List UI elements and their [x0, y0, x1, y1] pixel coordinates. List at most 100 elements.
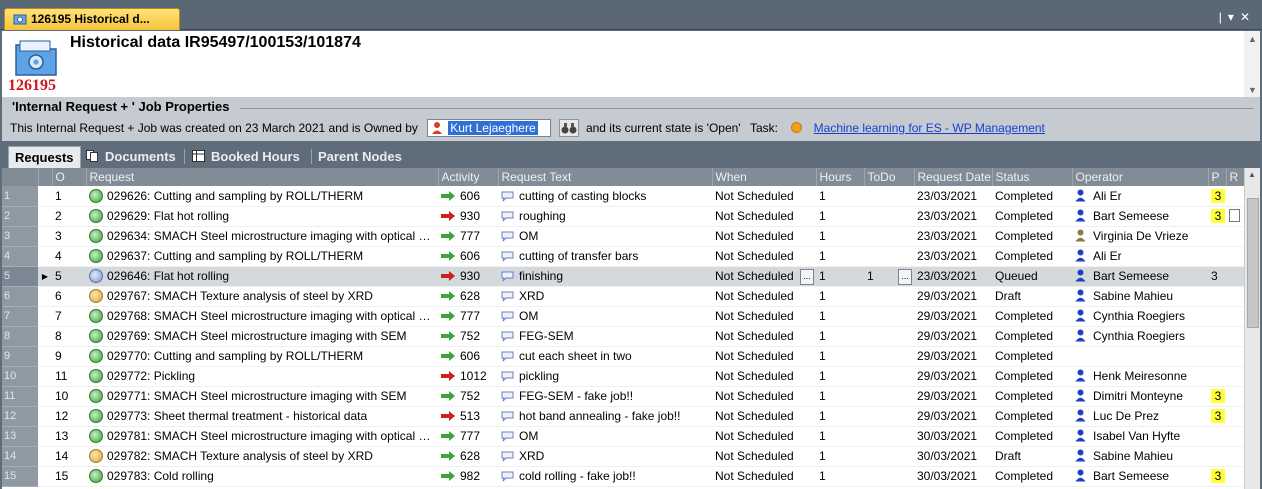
hours-text: 1	[819, 249, 826, 263]
row-number[interactable]: 9	[2, 346, 38, 367]
request-cell[interactable]: 029767: SMACH Texture analysis of steel …	[86, 286, 438, 307]
table-row[interactable]: 11 10 029771: SMACH Steel microstructure…	[2, 386, 1244, 407]
status-cell: Queued	[992, 266, 1072, 287]
tab-parent-nodes[interactable]: Parent Nodes	[312, 146, 408, 168]
row-number[interactable]: 8	[2, 326, 38, 347]
user-icon	[1075, 309, 1086, 322]
column-header-p[interactable]: P	[1208, 168, 1227, 186]
request-cell[interactable]: 029769: SMACH Steel microstructure imagi…	[86, 326, 438, 347]
activity-cell: 628	[438, 286, 498, 307]
row-number[interactable]: 13	[2, 426, 38, 447]
request-cell[interactable]: 029626: Cutting and sampling by ROLL/THE…	[86, 186, 438, 207]
column-header-request-date[interactable]: Request Date	[914, 168, 993, 186]
task-link[interactable]: Machine learning for ES - WP Management	[814, 118, 1045, 138]
table-row[interactable]: 5 ▶ 5 029646: Flat hot rolling 930 finis…	[2, 266, 1244, 287]
document-icon[interactable]	[1229, 209, 1240, 222]
request-cell[interactable]: 029634: SMACH Steel microstructure imagi…	[86, 226, 438, 247]
p-cell: 3	[1208, 406, 1226, 427]
tab-list-dropdown-icon[interactable]: |▾	[1219, 10, 1240, 24]
table-row[interactable]: 14 14 029782: SMACH Texture analysis of …	[2, 446, 1244, 467]
ellipsis-button[interactable]: ...	[898, 268, 912, 285]
scroll-thumb[interactable]	[1247, 198, 1259, 328]
column-header-o[interactable]: O	[52, 168, 87, 186]
row-number[interactable]: 11	[2, 386, 38, 407]
request-cell[interactable]: 029768: SMACH Steel microstructure imagi…	[86, 306, 438, 327]
scroll-up-icon[interactable]: ▲	[1248, 170, 1256, 179]
request-cell[interactable]: 029771: SMACH Steel microstructure imagi…	[86, 386, 438, 407]
table-row[interactable]: 13 13 029781: SMACH Steel microstructure…	[2, 426, 1244, 447]
ellipsis-button[interactable]: ...	[800, 268, 814, 285]
status-cell: Completed	[992, 226, 1072, 247]
scroll-up-icon[interactable]: ▲	[1248, 34, 1257, 44]
table-row[interactable]: 12 12 029773: Sheet thermal treatment - …	[2, 406, 1244, 427]
scroll-down-icon[interactable]: ▼	[1248, 85, 1257, 95]
operator-name: Luc De Prez	[1093, 409, 1160, 423]
row-number[interactable]: 10	[2, 366, 38, 387]
table-row[interactable]: 8 8 029769: SMACH Steel microstructure i…	[2, 326, 1244, 347]
column-header-request[interactable]: Request	[86, 168, 439, 186]
request-cell[interactable]: 029782: SMACH Texture analysis of steel …	[86, 446, 438, 467]
close-icon[interactable]: ✕	[1240, 10, 1256, 24]
activity-arrow-icon	[441, 391, 455, 401]
request-text-cell: XRD	[498, 446, 712, 467]
request-cell[interactable]: 029781: SMACH Steel microstructure imagi…	[86, 426, 438, 447]
table-row[interactable]: 2 2 029629: Flat hot rolling 930 roughin…	[2, 206, 1244, 227]
table-row[interactable]: 9 9 029770: Cutting and sampling by ROLL…	[2, 346, 1244, 367]
row-number[interactable]: 15	[2, 466, 38, 487]
table-row[interactable]: 4 4 029637: Cutting and sampling by ROLL…	[2, 246, 1244, 267]
column-header-todo[interactable]: ToDo	[864, 168, 915, 186]
table-row[interactable]: 3 3 029634: SMACH Steel microstructure i…	[2, 226, 1244, 247]
table-row[interactable]: 15 15 029783: Cold rolling 982 cold roll…	[2, 466, 1244, 487]
column-header-activity[interactable]: Activity	[438, 168, 499, 186]
column-header-hours[interactable]: Hours	[816, 168, 865, 186]
when-cell: Not Scheduled	[712, 466, 816, 487]
request-cell[interactable]: 029783: Cold rolling	[86, 466, 438, 487]
status-text: Completed	[995, 349, 1054, 363]
user-icon	[1075, 409, 1086, 422]
column-header-status[interactable]: Status	[992, 168, 1073, 186]
row-number[interactable]: 7	[2, 306, 38, 327]
column-header-r[interactable]: R	[1226, 168, 1245, 186]
row-number[interactable]: 5	[2, 266, 38, 287]
speech-bubble-icon	[501, 411, 514, 422]
row-number[interactable]: 4	[2, 246, 38, 267]
binoculars-icon[interactable]	[558, 118, 579, 137]
order-cell: 6	[52, 286, 86, 307]
request-description: cutting of casting blocks	[519, 188, 647, 203]
request-cell[interactable]: 029646: Flat hot rolling	[86, 266, 438, 287]
folder-gear-icon	[15, 40, 57, 76]
owner-field[interactable]: Kurt Lejaeghere	[427, 118, 552, 137]
hours-cell: 1	[816, 306, 864, 327]
grid-vertical-scrollbar[interactable]: ▲	[1244, 168, 1260, 489]
column-header-request-text[interactable]: Request Text	[498, 168, 713, 186]
request-cell[interactable]: 029773: Sheet thermal treatment - histor…	[86, 406, 438, 427]
table-row[interactable]: 1 1 029626: Cutting and sampling by ROLL…	[2, 186, 1244, 207]
tab-requests[interactable]: Requests	[8, 146, 81, 168]
row-number[interactable]: 14	[2, 446, 38, 467]
request-cell[interactable]: 029770: Cutting and sampling by ROLL/THE…	[86, 346, 438, 367]
request-text: 029771: SMACH Steel microstructure imagi…	[107, 389, 407, 403]
row-number[interactable]: 3	[2, 226, 38, 247]
row-number[interactable]: 12	[2, 406, 38, 427]
request-cell[interactable]: 029772: Pickling	[86, 366, 438, 387]
row-number[interactable]: 2	[2, 206, 38, 227]
document-tab[interactable]: 126195 Historical d...	[4, 8, 180, 30]
grid-body: 1 1 029626: Cutting and sampling by ROLL…	[2, 186, 1244, 487]
table-row[interactable]: 7 7 029768: SMACH Steel microstructure i…	[2, 306, 1244, 327]
column-header-operator[interactable]: Operator	[1072, 168, 1209, 186]
request-text: 029769: SMACH Steel microstructure imagi…	[107, 329, 407, 343]
tab-documents[interactable]: Documents	[80, 146, 182, 168]
tab-booked-hours[interactable]: Booked Hours	[186, 146, 306, 168]
hours-text: 1	[819, 229, 826, 243]
table-row[interactable]: 10 11 029772: Pickling 1012 pickling Not…	[2, 366, 1244, 387]
table-row[interactable]: 6 6 029767: SMACH Texture analysis of st…	[2, 286, 1244, 307]
request-cell[interactable]: 029637: Cutting and sampling by ROLL/THE…	[86, 246, 438, 267]
row-number[interactable]: 6	[2, 286, 38, 307]
row-indicator	[38, 466, 52, 487]
row-number[interactable]: 1	[2, 186, 38, 207]
todo-cell	[864, 246, 914, 267]
header-scrollbar[interactable]: ▲ ▼	[1244, 31, 1260, 97]
column-header-when[interactable]: When	[712, 168, 817, 186]
p-cell	[1208, 366, 1226, 387]
request-cell[interactable]: 029629: Flat hot rolling	[86, 206, 438, 227]
